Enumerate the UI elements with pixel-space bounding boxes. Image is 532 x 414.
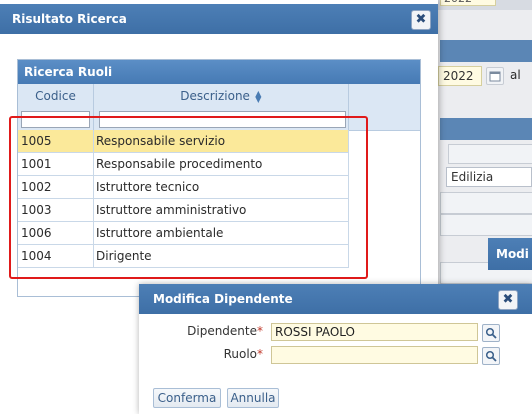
table-row[interactable]: 1001 Responsabile procedimento — [18, 153, 348, 176]
table-row[interactable]: 1004 Dirigente — [18, 245, 348, 268]
cell-codice: 1003 — [21, 203, 52, 217]
background-year-field[interactable]: 2022 — [438, 66, 482, 86]
grid-title: Ricerca Ruoli — [18, 60, 420, 84]
background-field-3[interactable] — [440, 192, 532, 214]
dipendente-dialog-titlebar: Modifica Dipendente — [139, 284, 532, 314]
cell-separator — [93, 176, 94, 198]
table-row[interactable]: 1002 Istruttore tecnico — [18, 176, 348, 199]
cell-separator — [93, 245, 94, 267]
table-row[interactable]: 1006 Istruttore ambientale — [18, 222, 348, 245]
cell-descrizione: Responsabile servizio — [96, 134, 226, 148]
search-icon[interactable] — [482, 347, 500, 365]
ruolo-label: Ruolo* — [223, 347, 263, 361]
cell-separator — [93, 130, 94, 152]
close-icon[interactable]: ✖ — [411, 10, 431, 30]
column-header-codice[interactable]: Codice — [18, 84, 93, 108]
result-dialog-title: Risultato Ricerca — [12, 12, 127, 26]
cell-codice: 1001 — [21, 157, 52, 171]
filter-codice-input[interactable] — [21, 111, 90, 128]
cell-codice: 1005 — [21, 134, 52, 148]
cell-codice: 1006 — [21, 226, 52, 240]
dipendente-dialog-title: Modifica Dipendente — [153, 292, 293, 306]
background-field-4[interactable] — [440, 214, 532, 236]
sort-icon[interactable]: ▲ ▼ — [254, 89, 262, 103]
cell-descrizione: Dirigente — [96, 249, 152, 263]
result-dialog-titlebar: Risultato Ricerca — [0, 4, 438, 34]
dipendente-label: Dipendente* — [187, 324, 263, 338]
cell-codice: 1002 — [21, 180, 52, 194]
background-year-field-top[interactable]: 2022 — [440, 0, 496, 6]
background-section-header-2 — [440, 118, 532, 140]
grid-rows: 1005 Responsabile servizio 1001 Responsabil… — [18, 130, 348, 268]
roles-grid: Ricerca Ruoli Codice Descrizione ▲ ▼ 1005… — [17, 59, 421, 297]
calendar-icon[interactable] — [486, 67, 504, 85]
grid-filter-row — [18, 108, 420, 131]
cell-descrizione: Istruttore tecnico — [96, 180, 200, 194]
cell-descrizione: Istruttore ambientale — [96, 226, 224, 240]
ruolo-field[interactable] — [271, 346, 478, 364]
filter-descrizione-input[interactable] — [99, 111, 346, 128]
table-row[interactable]: 1003 Istruttore amministrativo — [18, 199, 348, 222]
grid-header: Codice Descrizione ▲ ▼ — [18, 84, 420, 109]
background-field-1[interactable] — [448, 144, 532, 164]
cell-descrizione: Responsabile procedimento — [96, 157, 263, 171]
column-separator — [93, 84, 94, 130]
cell-separator — [93, 199, 94, 221]
annulla-button[interactable]: Annulla — [227, 388, 279, 408]
background-dialog-titlebar: Modi — [488, 238, 532, 270]
table-row[interactable]: 1005 Responsabile servizio — [18, 130, 348, 153]
background-section-header — [440, 40, 532, 62]
cell-separator — [93, 222, 94, 244]
column-header-descrizione[interactable]: Descrizione ▲ ▼ — [94, 84, 348, 108]
cell-descrizione: Istruttore amministrativo — [96, 203, 247, 217]
search-icon[interactable] — [482, 324, 500, 342]
column-separator — [348, 84, 349, 130]
conferma-button[interactable]: Conferma — [153, 388, 221, 408]
close-icon[interactable]: ✖ — [498, 290, 518, 310]
background-edilizia-field[interactable]: Edilizia — [446, 167, 532, 187]
dipendente-field[interactable]: ROSSI PAOLO — [271, 323, 478, 341]
background-al-label: al — [510, 68, 521, 82]
cell-separator — [93, 153, 94, 175]
modifica-dipendente-dialog: Modifica Dipendente ✖ Dipendente* ROSSI … — [139, 284, 532, 414]
cell-codice: 1004 — [21, 249, 52, 263]
